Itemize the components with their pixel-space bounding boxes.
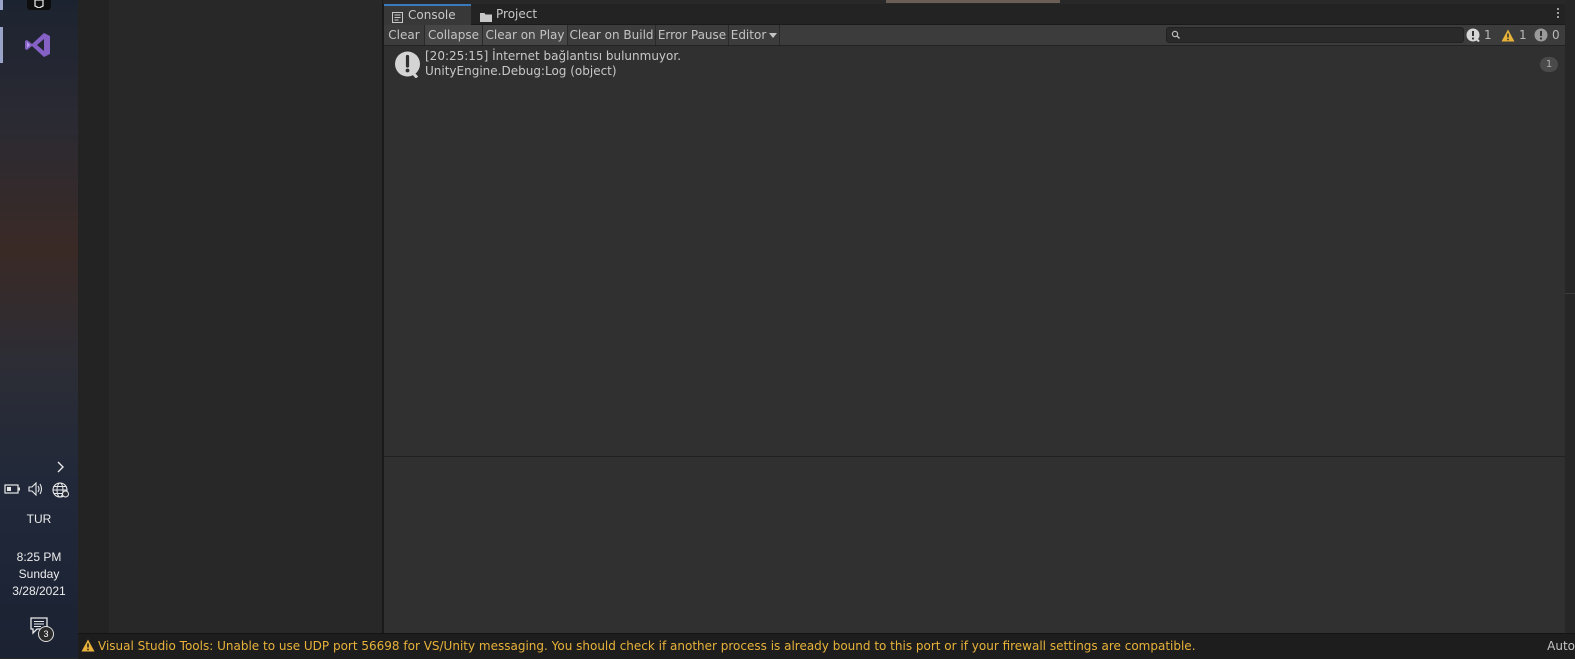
status-message[interactable]: Visual Studio Tools: Unable to use UDP p… bbox=[98, 639, 1196, 653]
battery-icon[interactable] bbox=[4, 482, 22, 499]
show-hidden-icons-button[interactable] bbox=[52, 459, 68, 475]
visual-studio-icon bbox=[25, 33, 50, 57]
hierarchy-panel[interactable] bbox=[109, 0, 383, 633]
collapse-toggle[interactable]: Collapse bbox=[425, 25, 483, 45]
windows-taskbar: TUR 8:25 PM Sunday 3/28/2021 3 bbox=[0, 0, 78, 658]
tab-console[interactable]: Console bbox=[384, 4, 471, 25]
editor-left-strip bbox=[78, 0, 109, 633]
clear-on-build-toggle[interactable]: Clear on Build bbox=[568, 25, 656, 45]
more-vertical-icon bbox=[1557, 8, 1559, 18]
error-count-toggle[interactable]: 0 bbox=[1534, 25, 1564, 45]
console-toolbar: Clear Collapse Clear on Play Clear on Bu… bbox=[384, 25, 1566, 46]
network-icon[interactable] bbox=[52, 482, 70, 501]
console-detail-pane[interactable] bbox=[384, 457, 1566, 633]
log-entry[interactable]: [20:25:15] İnternet bağlantısı bulunmuyo… bbox=[384, 46, 1566, 84]
console-window: Console Project Clear Collapse Clear on … bbox=[383, 4, 1567, 633]
console-search[interactable] bbox=[1166, 27, 1464, 43]
log-entry-stacktrace: UnityEngine.Debug:Log (object) bbox=[425, 64, 617, 78]
system-tray bbox=[4, 481, 74, 501]
unity-icon bbox=[34, 0, 44, 8]
search-icon bbox=[1171, 29, 1181, 43]
info-icon bbox=[394, 51, 421, 81]
scene-view-scrollbar[interactable] bbox=[886, 0, 1060, 3]
volume-icon[interactable] bbox=[28, 481, 44, 499]
warning-icon bbox=[1501, 28, 1515, 48]
info-icon bbox=[1466, 28, 1480, 48]
action-center-button[interactable]: 3 bbox=[29, 616, 55, 642]
console-tab-bar: Console Project bbox=[384, 4, 1566, 25]
tab-project[interactable]: Project bbox=[472, 5, 556, 24]
error-icon bbox=[1534, 28, 1548, 48]
tab-project-label: Project bbox=[496, 7, 538, 21]
error-pause-toggle[interactable]: Error Pause bbox=[656, 25, 729, 45]
log-count: 1 bbox=[1484, 28, 1492, 42]
taskbar-clock[interactable]: 8:25 PM Sunday 3/28/2021 bbox=[0, 549, 78, 600]
taskbar-app-visual-studio[interactable] bbox=[24, 31, 52, 62]
editor-status-bar: Visual Studio Tools: Unable to use UDP p… bbox=[78, 633, 1575, 659]
warning-count-toggle[interactable]: 1 bbox=[1501, 25, 1531, 45]
status-auto-generate[interactable]: Auto bbox=[1547, 639, 1575, 653]
warning-count: 1 bbox=[1519, 28, 1527, 42]
warning-icon bbox=[81, 639, 95, 655]
error-count: 0 bbox=[1552, 28, 1560, 42]
editor-dropdown-label: Editor bbox=[730, 28, 767, 42]
log-count-toggle[interactable]: 1 bbox=[1466, 25, 1496, 45]
right-edge-panel bbox=[1565, 0, 1575, 633]
clock-time: 8:25 PM bbox=[16, 550, 62, 564]
taskbar-app-unity[interactable] bbox=[27, 0, 51, 10]
log-entry-count-badge: 1 bbox=[1540, 57, 1558, 72]
clock-day: Sunday bbox=[18, 567, 60, 581]
taskbar-active-indicator bbox=[0, 27, 3, 63]
input-language-indicator[interactable]: TUR bbox=[0, 512, 78, 526]
window-menu-button[interactable] bbox=[1556, 6, 1560, 20]
clear-button[interactable]: Clear bbox=[384, 25, 425, 45]
taskbar-running-indicator bbox=[0, 0, 3, 10]
chevron-right-icon bbox=[57, 461, 64, 473]
clear-on-play-toggle[interactable]: Clear on Play bbox=[483, 25, 568, 45]
log-entry-message: [20:25:15] İnternet bağlantısı bulunmuyo… bbox=[425, 49, 682, 63]
console-log-list[interactable]: [20:25:15] İnternet bağlantısı bulunmuyo… bbox=[384, 46, 1566, 456]
right-edge-divider bbox=[1565, 293, 1575, 294]
chevron-down-icon bbox=[769, 33, 778, 38]
notification-count-badge: 3 bbox=[38, 626, 54, 642]
editor-dropdown[interactable]: Editor bbox=[729, 25, 780, 45]
clock-date: 3/28/2021 bbox=[12, 584, 66, 598]
search-input[interactable] bbox=[1185, 28, 1455, 42]
tab-console-label: Console bbox=[408, 8, 456, 22]
